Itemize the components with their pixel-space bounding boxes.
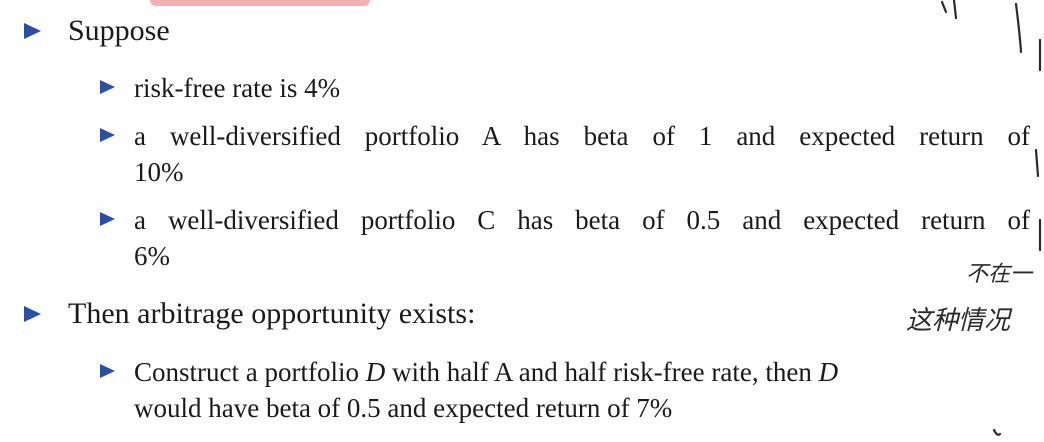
bullet-triangle-icon xyxy=(24,23,41,39)
handwriting-line2: 这种情况 xyxy=(906,306,1011,336)
sub-bullet-portfolio-a-line1: a well-diversified portfolio A has beta … xyxy=(134,121,1030,151)
bullet-suppose: Suppose xyxy=(68,14,170,47)
sub-bullet-construct-line2: would have beta of 0.5 and expected retu… xyxy=(134,393,673,423)
var-d-2: D xyxy=(818,357,839,387)
handwritten-annotation xyxy=(940,0,1042,436)
sub-bullet-portfolio-a-line2: 10% xyxy=(134,157,184,187)
bullet-arbitrage: Then arbitrage opportunity exists: xyxy=(68,297,476,330)
bullet-triangle-icon xyxy=(100,128,115,142)
bullet-triangle-icon xyxy=(100,80,115,94)
slide: Suppose risk-free rate is 4% a well-dive… xyxy=(0,0,1044,442)
var-d: D xyxy=(365,357,386,387)
sub-bullet-construct-line1: Construct a portfolio D with half A and … xyxy=(134,354,838,390)
construct-text-pre: Construct a portfolio xyxy=(134,357,366,387)
construct-text-mid: with half A and half risk-free rate, the… xyxy=(385,357,819,387)
bullet-triangle-icon xyxy=(100,212,115,226)
handwriting-line1: 不在一 xyxy=(966,262,1033,287)
highlight-stroke xyxy=(150,0,370,6)
bullet-triangle-icon xyxy=(24,306,41,322)
sub-bullet-risk-free: risk-free rate is 4% xyxy=(134,73,341,103)
sub-bullet-portfolio-c-line2: 6% xyxy=(134,241,170,271)
sub-bullet-portfolio-c-line1: a well-diversified portfolio C has beta … xyxy=(134,205,1030,235)
bullet-triangle-icon xyxy=(100,364,115,378)
